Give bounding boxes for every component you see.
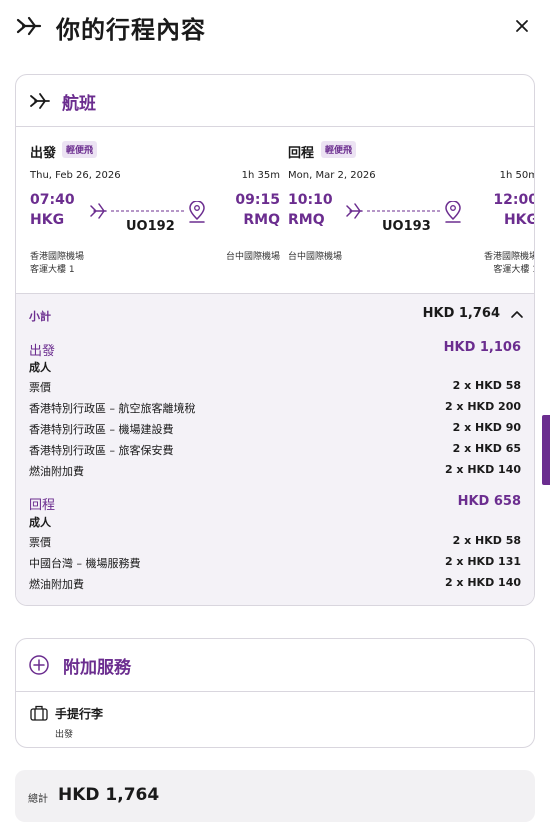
carry-on-baggage-title: 手提行李 <box>55 707 104 721</box>
outbound-price-total: HKD 1,106 <box>443 340 521 355</box>
addons-card: 附加服務 手提行李 出發 <box>15 638 535 748</box>
price-item-name: 票價 <box>29 381 51 394</box>
return-date: Mon, Mar 2, 2026 <box>288 170 376 181</box>
passenger-type-label: 成人 <box>29 361 51 374</box>
outbound-leg: 出發 輕便飛 Thu, Feb 26, 2026 1h 35m 07:40 HK… <box>30 127 280 293</box>
outbound-date: Thu, Feb 26, 2026 <box>30 170 121 181</box>
carry-on-baggage-direction: 出發 <box>55 730 74 740</box>
price-item-row: 燃油附加費 2 x HKD 140 <box>29 463 521 479</box>
return-duration: 1h 50m <box>499 170 535 181</box>
return-arr-airport-name: 香港國際機場 <box>483 252 535 262</box>
addons-card-header[interactable]: 附加服務 <box>16 639 534 692</box>
outbound-arr-airport-name: 台中國際機場 <box>225 252 280 262</box>
side-feedback-tab[interactable] <box>542 415 550 485</box>
chevron-up-icon[interactable] <box>510 308 524 320</box>
price-item-name: 票價 <box>29 536 51 549</box>
return-leg: 回程 輕便飛 Mon, Mar 2, 2026 1h 50m 10:10 RMQ… <box>288 127 535 293</box>
price-item-name: 燃油附加費 <box>29 578 84 591</box>
outbound-flight-number: UO192 <box>126 219 175 234</box>
price-item-value: 2 x HKD 131 <box>444 555 521 568</box>
return-dep-airport: 台中國際機場 <box>288 251 342 264</box>
fare-badge: 輕便飛 <box>321 141 357 158</box>
suitcase-icon <box>30 705 48 721</box>
price-breakdown: 小計 HKD 1,764 出發 HKD 1,106 成人 票價 2 x HKD 5… <box>16 293 534 605</box>
header: 你的行程內容 <box>0 0 550 52</box>
return-passenger-type: 成人 <box>29 514 521 530</box>
price-item-value: 2 x HKD 140 <box>444 463 521 476</box>
price-item-name: 香港特別行政區 – 旅客保安費 <box>29 444 174 457</box>
flights-card: 航班 出發 輕便飛 Thu, Feb 26, 2026 1h 35m 07:40… <box>15 74 535 606</box>
return-arr-code: HKG <box>503 212 535 228</box>
price-item-row: 香港特別行政區 – 航空旅客離境稅 2 x HKD 200 <box>29 400 521 416</box>
outbound-dep-time: 07:40 <box>30 192 75 208</box>
price-item-value: 2 x HKD 90 <box>452 421 521 434</box>
flights-card-header: 航班 <box>16 75 534 127</box>
outbound-dep-code: HKG <box>30 212 65 228</box>
price-item-name: 燃油附加費 <box>29 465 84 478</box>
subtotal-value: HKD 1,764 <box>422 306 500 321</box>
outbound-arr-time: 09:15 <box>235 192 280 208</box>
return-direction: 回程 <box>288 146 315 161</box>
outbound-passenger-type: 成人 <box>29 359 521 375</box>
total-label: 總計 <box>28 794 48 805</box>
outbound-dep-airport-name: 香港國際機場 <box>30 252 85 262</box>
outbound-direction: 出發 <box>30 146 57 161</box>
price-item-row: 中國台灣 – 機場服務費 2 x HKD 131 <box>29 555 521 571</box>
price-item-value: 2 x HKD 58 <box>452 534 521 547</box>
price-item-row: 香港特別行政區 – 機場建設費 2 x HKD 90 <box>29 421 521 437</box>
return-price-label: 回程 <box>29 498 56 513</box>
return-arr-time: 12:00 <box>493 192 535 208</box>
price-item-value: 2 x HKD 65 <box>452 442 521 455</box>
plane-icon <box>16 16 42 36</box>
plane-icon <box>30 93 50 109</box>
price-item-row: 香港特別行政區 – 旅客保安費 2 x HKD 65 <box>29 442 521 458</box>
outbound-arr-code: RMQ <box>243 212 280 228</box>
return-dep-time: 10:10 <box>288 192 333 208</box>
page-title: 你的行程內容 <box>56 16 206 44</box>
total-value: HKD 1,764 <box>58 785 160 805</box>
price-item-row: 票價 2 x HKD 58 <box>29 379 521 395</box>
return-arr-airport: 香港國際機場 客運大樓 1 <box>483 251 535 277</box>
price-item-row: 燃油附加費 2 x HKD 140 <box>29 576 521 592</box>
price-item-value: 2 x HKD 58 <box>452 379 521 392</box>
outbound-arr-airport: 台中國際機場 <box>226 251 280 264</box>
price-item-name: 香港特別行政區 – 機場建設費 <box>29 423 174 436</box>
subtotal-label: 小計 <box>29 310 51 323</box>
outbound-price-header: 出發 HKD 1,106 <box>29 340 521 359</box>
return-dep-airport-name: 台中國際機場 <box>288 252 343 262</box>
price-item-name: 香港特別行政區 – 航空旅客離境稅 <box>29 402 196 415</box>
price-item-row: 票價 2 x HKD 58 <box>29 534 521 550</box>
plus-circle-icon <box>29 655 49 675</box>
return-flight-number: UO193 <box>382 219 431 234</box>
outbound-duration: 1h 35m <box>241 170 280 181</box>
return-price-header: 回程 HKD 658 <box>29 494 521 513</box>
flights-section-title: 航班 <box>62 94 96 114</box>
outbound-price-label: 出發 <box>29 344 56 359</box>
outbound-dep-airport: 香港國際機場 客運大樓 1 <box>30 251 84 277</box>
fare-badge: 輕便飛 <box>62 141 98 158</box>
price-item-name: 中國台灣 – 機場服務費 <box>29 557 141 570</box>
return-dep-code: RMQ <box>288 212 325 228</box>
total-bar: 總計 HKD 1,764 <box>15 770 535 822</box>
flight-legs: 出發 輕便飛 Thu, Feb 26, 2026 1h 35m 07:40 HK… <box>16 127 534 293</box>
price-item-value: 2 x HKD 140 <box>444 576 521 589</box>
price-item-value: 2 x HKD 200 <box>444 400 521 413</box>
return-arr-terminal: 客運大樓 1 <box>493 265 535 275</box>
passenger-type-label: 成人 <box>29 516 51 529</box>
return-price-total: HKD 658 <box>457 494 521 509</box>
addons-section-title: 附加服務 <box>63 658 131 678</box>
close-icon[interactable] <box>512 16 532 36</box>
outbound-dep-terminal: 客運大樓 1 <box>30 265 75 275</box>
